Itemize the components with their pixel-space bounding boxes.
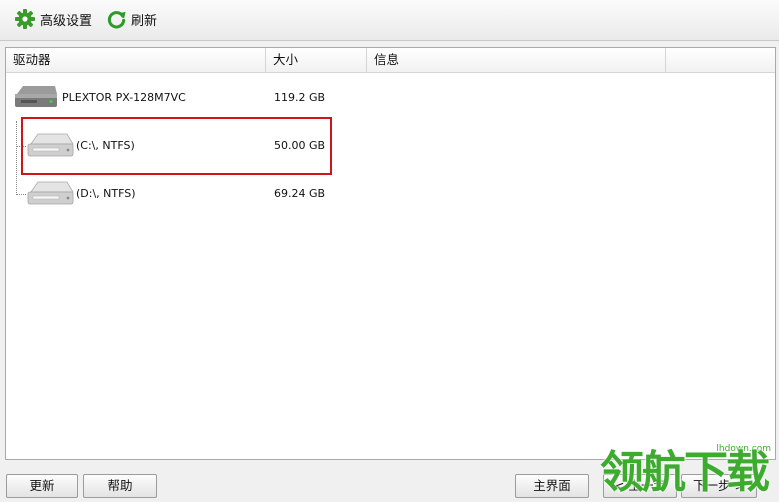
table-row-partition-d[interactable]: (D:\, NTFS) 69.24 GB	[6, 174, 775, 214]
refresh-label: 刷新	[131, 13, 158, 29]
refresh-icon	[107, 10, 126, 28]
update-button[interactable]: 更新	[6, 474, 78, 498]
toolbar: 高级设置 刷新	[0, 0, 779, 41]
next-button[interactable]: 下一步 >	[681, 474, 757, 498]
partition-drive-icon	[27, 133, 74, 157]
gear-icon	[15, 9, 35, 29]
advanced-settings-button[interactable]: 高级设置	[14, 8, 92, 30]
column-header-drive[interactable]: 驱动器	[6, 48, 266, 72]
previous-button[interactable]: < 上一步	[603, 474, 677, 498]
table-header: 驱动器 大小 信息	[6, 48, 775, 73]
partition-size: 50.00 GB	[274, 139, 326, 152]
column-header-info[interactable]: 信息	[367, 48, 666, 72]
refresh-button[interactable]: 刷新	[106, 8, 157, 30]
partition-name: (C:\, NTFS)	[76, 139, 135, 152]
drive-name: PLEXTOR PX-128M7VC	[62, 91, 186, 104]
column-header-empty	[666, 48, 775, 72]
help-button[interactable]: 帮助	[83, 474, 157, 498]
partition-name: (D:\, NTFS)	[76, 187, 136, 200]
table-row-partition-c[interactable]: (C:\, NTFS) 50.00 GB	[6, 126, 775, 166]
drive-size: 119.2 GB	[274, 91, 326, 104]
main-screen-button[interactable]: 主界面	[515, 474, 589, 498]
drive-list-panel: 驱动器 大小 信息 PLEXTOR PX-128M7VC 119.2 GB (C…	[5, 47, 776, 460]
partition-size: 69.24 GB	[274, 187, 326, 200]
hard-disk-icon	[15, 86, 57, 107]
table-row-disk[interactable]: PLEXTOR PX-128M7VC 119.2 GB	[6, 78, 775, 118]
advanced-settings-label: 高级设置	[40, 13, 93, 29]
partition-drive-icon	[27, 181, 74, 205]
column-header-size[interactable]: 大小	[266, 48, 367, 72]
